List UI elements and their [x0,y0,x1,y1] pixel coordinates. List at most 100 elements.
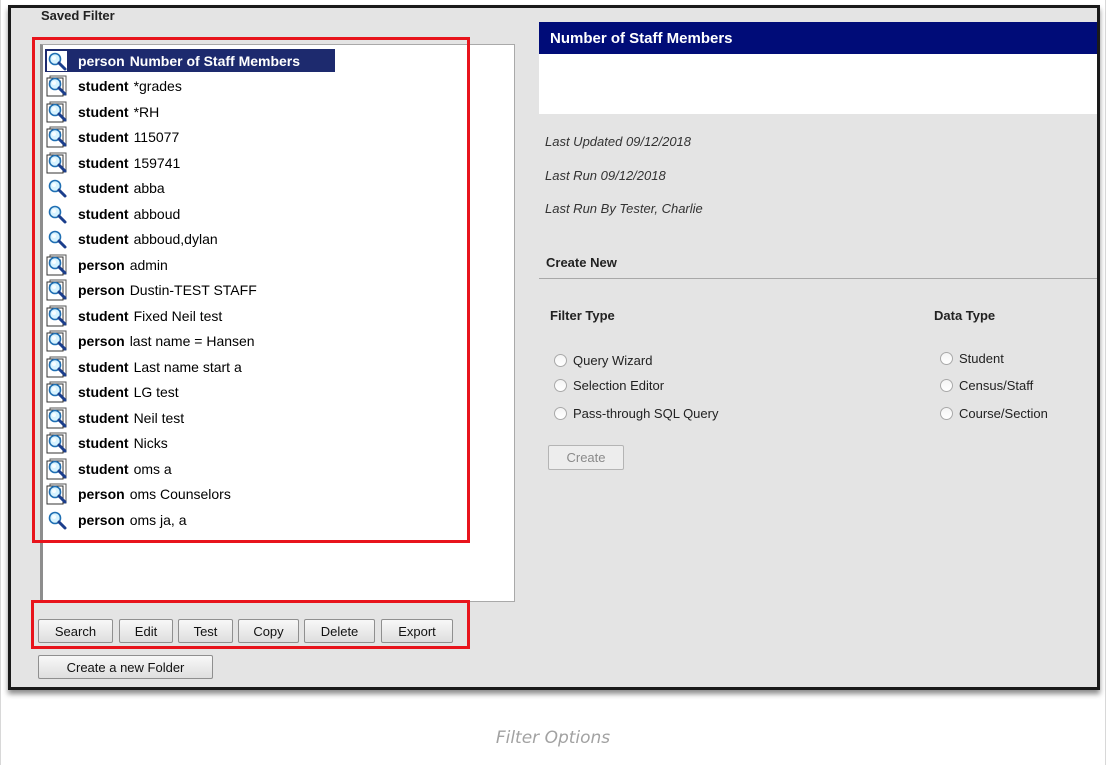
radio-button[interactable] [940,379,953,392]
saved-filter-item[interactable]: student Neil test [45,406,512,429]
saved-filter-item[interactable]: student *RH [45,100,512,123]
export-button[interactable]: Export [381,619,453,643]
create-new-divider [539,278,1097,279]
selection-editor-icon [46,407,67,428]
search-button[interactable]: Search [38,619,113,643]
selection-editor-icon [46,330,67,352]
filter-name-label: Last name start a [133,358,242,375]
filter-name-label: Dustin-TEST STAFF [129,282,257,298]
radio-label: Selection Editor [573,378,665,393]
filter-kind-label: student [78,358,129,375]
selection-editor-icon [46,254,67,275]
radio-census-staff[interactable]: Census/Staff [940,378,1033,393]
saved-filter-list[interactable]: person Number of Staff Members student *gra… [40,44,515,602]
page-border-left [0,0,1,765]
last-run-text: Last Run 09/12/2018 [545,168,666,183]
radio-selection-editor[interactable]: Selection Editor [554,378,664,393]
filter-name-label: 115077 [133,129,180,145]
radio-label: Census/Staff [959,378,1034,393]
figure-caption: Filter Options [495,728,611,748]
saved-filter-item[interactable]: student oms a [45,457,512,480]
filter-kind-label: person [78,256,125,273]
filter-kind-label: student [78,231,129,247]
radio-label: Pass-through SQL Query [573,406,719,421]
filter-name-label: Fixed Neil test [133,307,223,324]
query-wizard-icon [47,203,67,224]
saved-filter-item[interactable]: person Dustin-TEST STAFF [45,279,512,302]
filter-kind-label: person [78,486,125,502]
radio-button[interactable] [940,352,953,365]
filter-kind-label: student [78,78,129,94]
saved-filter-item[interactable]: person oms Counselors [45,483,512,506]
saved-filter-title: Saved Filter [41,8,115,23]
selection-editor-icon [46,101,67,122]
radio-label: Query Wizard [573,353,653,368]
radio-button[interactable] [940,407,953,420]
saved-filter-item[interactable]: student Nicks [45,432,512,455]
filter-name-label: Neil test [133,409,185,426]
create-button[interactable]: Create [548,445,624,470]
radio-button[interactable] [554,407,567,420]
filter-name-label: Number of Staff Members [129,52,301,69]
data-type-title: Data Type [934,308,996,323]
radio-student[interactable]: Student [940,351,1004,366]
query-wizard-icon [47,509,67,530]
saved-filter-item[interactable]: student LG test [45,381,512,404]
filter-kind-label: person [78,282,125,298]
radio-course-section[interactable]: Course/Section [940,406,1048,421]
create-folder-button[interactable]: Create a new Folder [38,655,213,679]
filter-name-label: oms Counselors [129,486,231,502]
query-wizard-icon [47,178,67,198]
filter-name-label: abboud [133,205,181,222]
saved-filter-item[interactable]: person oms ja, a [45,508,512,531]
filter-kind-label: student [78,460,129,477]
saved-filter-item[interactable]: student abboud [45,202,512,225]
filter-name-label: *RH [133,103,160,120]
saved-filter-item[interactable]: student abboud,dylan [45,228,512,251]
last-run-by-text: Last Run By Tester, Charlie [545,201,703,216]
filter-name-label: Nicks [133,435,168,451]
selection-editor-icon [46,126,67,148]
saved-filter-item[interactable]: person last name = Hansen [45,330,512,353]
saved-filter-item[interactable]: person admin [45,253,512,276]
saved-filter-item[interactable]: student Fixed Neil test [45,304,512,327]
selection-editor-icon [46,458,67,479]
filter-kind-label: student [78,205,129,222]
filter-kind-label: student [78,409,129,426]
filter-kind-label: student [78,129,129,145]
filter-kind-label: student [78,103,129,120]
copy-button[interactable]: Copy [238,619,299,643]
filter-kind-label: student [78,307,129,324]
filter-kind-label: person [78,511,125,528]
create-new-title: Create New [546,255,617,270]
filter-name-label: *grades [133,78,182,94]
selection-editor-icon [46,483,67,505]
saved-filter-item[interactable]: student 115077 [45,126,512,149]
radio-button[interactable] [554,379,567,392]
radio-pass-through-sql[interactable]: Pass-through SQL Query [554,406,718,421]
filter-kind-label: student [78,154,129,171]
filter-type-title: Filter Type [550,308,615,323]
selection-editor-icon [46,75,67,97]
selection-editor-icon [46,432,67,454]
selection-editor-icon [46,381,67,403]
delete-button[interactable]: Delete [304,619,375,643]
saved-filter-item[interactable]: student abba [45,177,512,200]
query-wizard-icon [47,229,67,249]
last-updated-text: Last Updated 09/12/2018 [545,134,692,149]
filter-name-label: abboud,dylan [133,231,218,247]
filter-name-label: abba [133,180,165,196]
test-button[interactable]: Test [178,619,233,643]
saved-filter-item[interactable]: student *grades [45,75,512,98]
edit-button[interactable]: Edit [119,619,173,643]
filter-name-label: LG test [133,384,179,400]
filter-name-label: 159741 [133,154,181,171]
radio-button[interactable] [554,354,567,367]
saved-filter-item[interactable]: person Number of Staff Members [45,49,335,72]
filter-kind-label: student [78,435,129,451]
selection-editor-icon [46,152,67,173]
radio-query-wizard[interactable]: Query Wizard [554,353,652,368]
selection-editor-icon [46,305,67,326]
saved-filter-item[interactable]: student Last name start a [45,355,512,378]
saved-filter-item[interactable]: student 159741 [45,151,512,174]
